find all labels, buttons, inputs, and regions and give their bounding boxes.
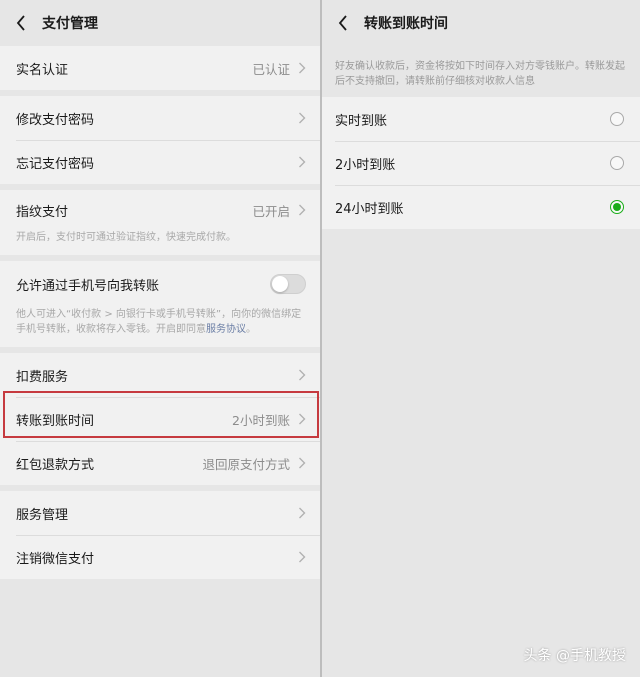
toggle-knob: [272, 276, 288, 292]
row-red-packet-refund[interactable]: 红包退款方式 退回原支付方式: [0, 441, 320, 485]
row-deduction-service[interactable]: 扣费服务: [0, 353, 320, 397]
phone-transfer-description: 他人可进入“收付款 > 向银行卡或手机号转账”，向你的微信绑定手机号转账，收款将…: [16, 309, 302, 335]
chevron-right-icon: [299, 507, 306, 519]
chevron-right-icon: [299, 204, 306, 216]
row-fingerprint-pay[interactable]: 指纹支付 已开启: [0, 190, 320, 230]
option-label: 24小时到账: [335, 201, 404, 217]
row-label: 注销微信支付: [16, 551, 95, 567]
row-transfer-time[interactable]: 转账到账时间 2小时到账: [0, 397, 320, 441]
transfer-time-screen: 转账到账时间 好友确认收款后，资金将按如下时间存入对方零钱账户。转账发起后不支持…: [322, 0, 640, 677]
row-value: 退回原支付方式: [202, 456, 290, 472]
settings-group-management: 服务管理 注销微信支付: [0, 491, 320, 579]
chevron-right-icon: [299, 457, 306, 469]
back-icon[interactable]: [12, 12, 30, 34]
page-title: 转账到账时间: [364, 16, 448, 32]
chevron-right-icon: [299, 413, 306, 425]
row-label: 实名认证: [16, 62, 69, 78]
settings-group-services: 扣费服务 转账到账时间 2小时到账 红包退款方式 退回原支付方式: [0, 353, 320, 485]
row-value: 已认证: [252, 61, 290, 77]
row-label: 修改支付密码: [16, 112, 95, 128]
row-forgot-password[interactable]: 忘记支付密码: [0, 140, 320, 184]
row-label: 允许通过手机号向我转账: [16, 278, 160, 294]
row-label: 红包退款方式: [16, 457, 95, 473]
transfer-time-options: 实时到账 2小时到账 24小时到账: [322, 97, 640, 229]
row-cancel-wechat-pay[interactable]: 注销微信支付: [0, 535, 320, 579]
radio-selected-icon[interactable]: [610, 200, 624, 214]
row-label: 服务管理: [16, 507, 69, 523]
fingerprint-description: 开启后，支付时可通过验证指纹，快速完成付款。: [16, 232, 236, 243]
chevron-right-icon: [299, 112, 306, 124]
option-label: 实时到账: [335, 113, 388, 129]
radio-icon[interactable]: [610, 112, 624, 126]
row-service-management[interactable]: 服务管理: [0, 491, 320, 535]
watermark: 头条 @手机教授: [523, 648, 626, 664]
settings-group-phone-transfer: 允许通过手机号向我转账 他人可进入“收付款 > 向银行卡或手机号转账”，向你的微…: [0, 261, 320, 347]
option-2-hours[interactable]: 2小时到账: [322, 141, 640, 185]
chevron-right-icon: [299, 62, 306, 74]
service-agreement-link[interactable]: 服务协议: [206, 324, 246, 335]
settings-group-fingerprint: 指纹支付 已开启 开启后，支付时可通过验证指纹，快速完成付款。: [0, 190, 320, 255]
chevron-right-icon: [299, 551, 306, 563]
radio-icon[interactable]: [610, 156, 624, 170]
payment-management-screen: 支付管理 实名认证 已认证 修改支付密码 忘记支付密码 指纹支付 已开启 开启后…: [0, 0, 320, 677]
row-label: 指纹支付: [16, 204, 69, 220]
row-real-name[interactable]: 实名认证 已认证: [0, 46, 320, 90]
settings-group-identity: 实名认证 已认证: [0, 46, 320, 90]
chevron-right-icon: [299, 369, 306, 381]
row-value: 2小时到账: [232, 412, 290, 428]
back-icon[interactable]: [334, 12, 352, 34]
top-bar: 支付管理: [0, 0, 320, 46]
chevron-right-icon: [299, 156, 306, 168]
top-bar: 转账到账时间: [322, 0, 640, 46]
transfer-time-intro: 好友确认收款后，资金将按如下时间存入对方零钱账户。转账发起后不支持撤回，请转账前…: [335, 61, 625, 87]
row-label: 忘记支付密码: [16, 156, 95, 172]
option-realtime[interactable]: 实时到账: [322, 97, 640, 141]
row-phone-transfer: 允许通过手机号向我转账: [0, 261, 320, 307]
phone-transfer-toggle[interactable]: [270, 274, 306, 294]
option-label: 2小时到账: [335, 157, 396, 173]
row-value: 已开启: [252, 203, 290, 219]
option-24-hours[interactable]: 24小时到账: [322, 185, 640, 229]
page-title: 支付管理: [42, 16, 98, 32]
settings-group-password: 修改支付密码 忘记支付密码: [0, 96, 320, 184]
row-label: 扣费服务: [16, 369, 69, 385]
row-label: 转账到账时间: [16, 413, 95, 429]
row-change-password[interactable]: 修改支付密码: [0, 96, 320, 140]
